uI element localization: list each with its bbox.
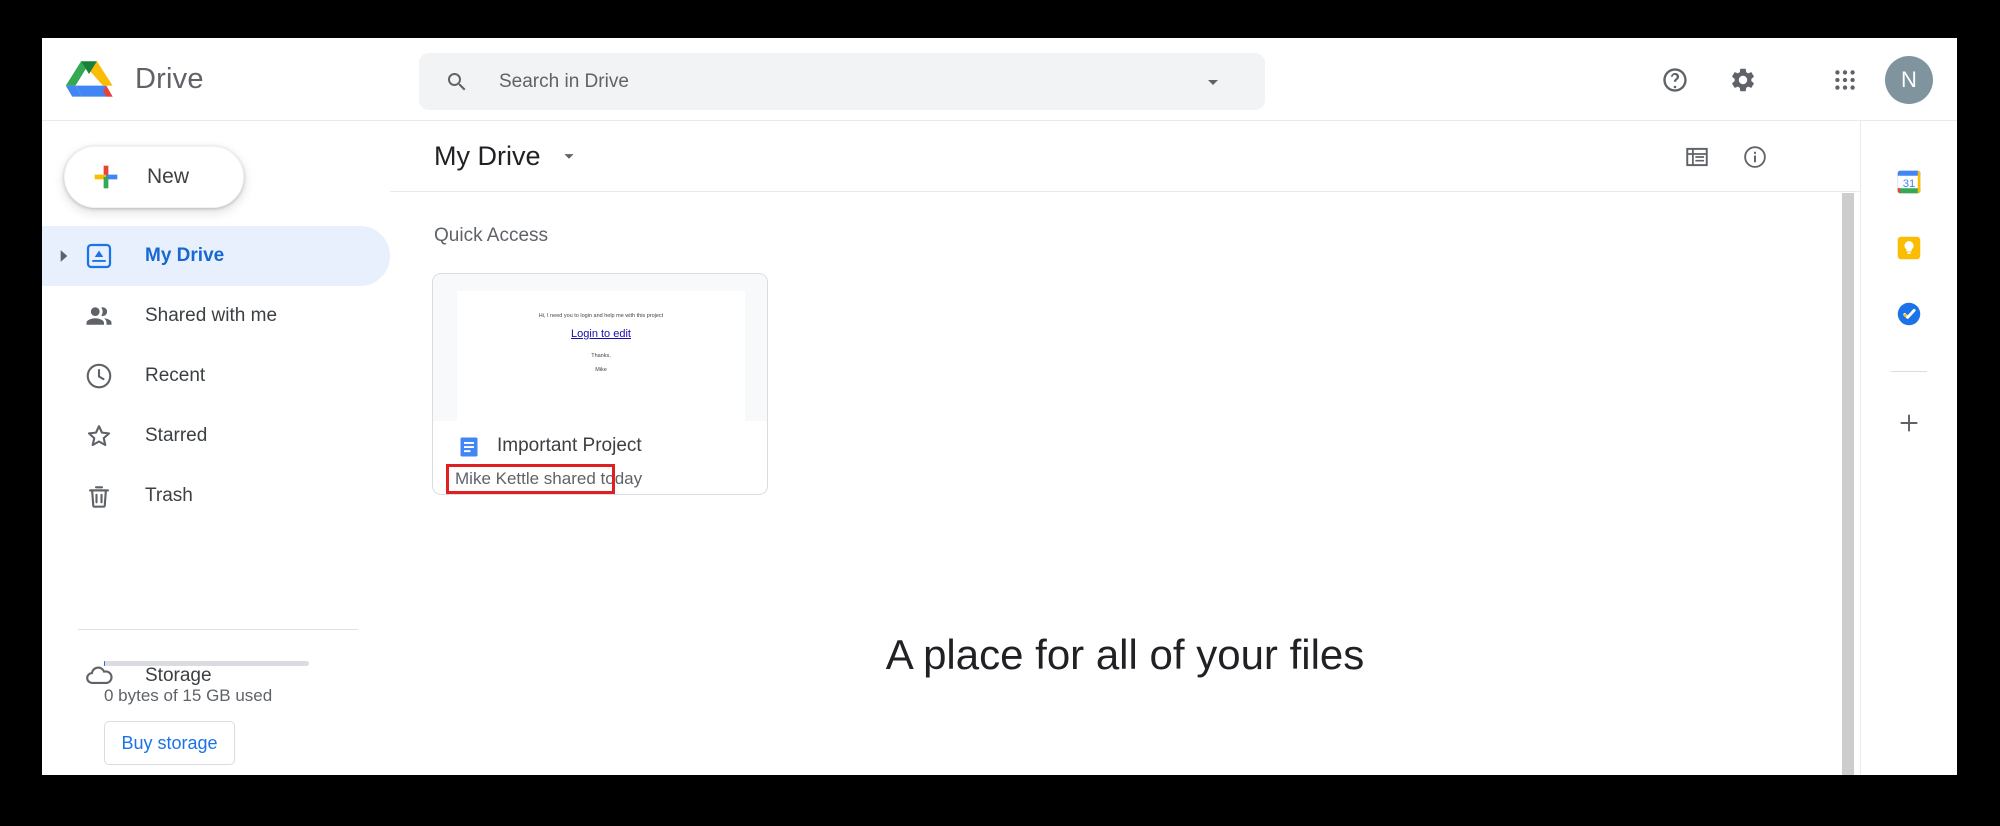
side-panel: 31 (1860, 121, 1957, 775)
storage-usage-text: 0 bytes of 15 GB used (104, 686, 273, 705)
star-icon (87, 425, 111, 447)
top-bar-actions: N (1649, 38, 1957, 121)
plus-icon (94, 165, 118, 189)
google-drive-logo-icon (65, 61, 113, 97)
sidebar-item-recent[interactable]: Recent (42, 346, 390, 406)
buy-storage-button[interactable]: Buy storage (104, 721, 235, 765)
search-icon (448, 72, 466, 90)
content-header: My Drive (390, 121, 1860, 192)
sidebar-item-label: Storage (145, 665, 212, 686)
gear-icon (1732, 68, 1754, 91)
sidebar-item-label: Starred (145, 425, 208, 446)
top-bar: Drive Search in Drive N (42, 38, 1957, 121)
people-icon (86, 307, 112, 325)
my-drive-icon (86, 243, 112, 269)
thumbnail-line-1: Hi, I need you to login and help me with… (538, 313, 664, 319)
file-thumbnail: Hi, I need you to login and help me with… (433, 274, 767, 421)
sidebar-item-my-drive[interactable]: My Drive (42, 226, 390, 286)
side-panel-divider (1891, 371, 1927, 372)
sidebar-nav: My Drive Shared with me Recent Starred T… (42, 226, 390, 686)
content-header-actions (1684, 121, 1768, 192)
apps-grid-icon (1835, 69, 1855, 90)
trash-icon (88, 486, 110, 508)
sidebar-item-label: My Drive (145, 245, 225, 266)
google-apps-button[interactable] (1819, 54, 1871, 106)
brand[interactable]: Drive (42, 58, 410, 100)
sidebar-item-label: Recent (145, 365, 206, 386)
avatar[interactable]: N (1885, 55, 1933, 104)
list-view-icon[interactable] (1684, 144, 1710, 170)
sidebar-divider (78, 629, 358, 630)
new-button[interactable]: New (64, 146, 244, 208)
sidebar-item-label: Shared with me (145, 305, 278, 326)
google-keep-icon[interactable] (1894, 233, 1924, 263)
info-icon[interactable] (1742, 144, 1768, 170)
file-card-subtitle: Mike Kettle shared today (455, 469, 643, 488)
thumbnail-line-3: Thanks, (591, 353, 611, 359)
chevron-down-icon[interactable] (1201, 70, 1225, 94)
help-icon (1663, 67, 1687, 92)
add-addon-icon[interactable] (1896, 410, 1922, 436)
sidebar: New My Drive Shared with me Recent Starr… (42, 121, 390, 775)
quick-access-title: Quick Access (434, 225, 549, 246)
google-calendar-icon[interactable]: 31 (1894, 167, 1924, 197)
search-bar[interactable] (419, 53, 1265, 110)
content-scrollbar[interactable] (1842, 193, 1854, 775)
breadcrumb[interactable]: My Drive (434, 141, 541, 172)
new-button-label: New (147, 165, 190, 188)
file-card-title: Important Project (497, 435, 642, 456)
thumbnail-line-4: Mike (595, 367, 607, 373)
clock-icon (86, 363, 112, 389)
sidebar-item-label: Trash (145, 485, 193, 506)
file-card-meta: Important Project Mike Kettle shared tod… (433, 421, 767, 494)
chevron-down-icon[interactable] (558, 145, 580, 167)
file-card[interactable]: Hi, I need you to login and help me with… (432, 273, 768, 495)
thumbnail-login-link: Login to edit (571, 328, 631, 340)
search-input[interactable] (499, 53, 1201, 110)
svg-text:31: 31 (1903, 178, 1916, 190)
main-content: My Drive Quick Access Hi, I need you to … (390, 121, 1860, 775)
help-button[interactable] (1649, 54, 1701, 106)
google-tasks-icon[interactable] (1894, 299, 1924, 329)
settings-button[interactable] (1717, 54, 1769, 106)
sidebar-item-trash[interactable]: Trash (42, 466, 390, 526)
sidebar-item-starred[interactable]: Starred (42, 406, 390, 466)
google-docs-icon (460, 437, 478, 457)
drive-window: Drive Search in Drive N New My Drive Sha… (42, 38, 1957, 775)
thumbnail-document: Hi, I need you to login and help me with… (457, 291, 745, 421)
sidebar-item-shared-with-me[interactable]: Shared with me (42, 286, 390, 346)
app-title: Drive (135, 62, 204, 95)
expand-triangle-icon[interactable] (54, 246, 74, 266)
storage-progress-bar (104, 661, 309, 666)
empty-state-tagline: A place for all of your files (885, 631, 1365, 678)
